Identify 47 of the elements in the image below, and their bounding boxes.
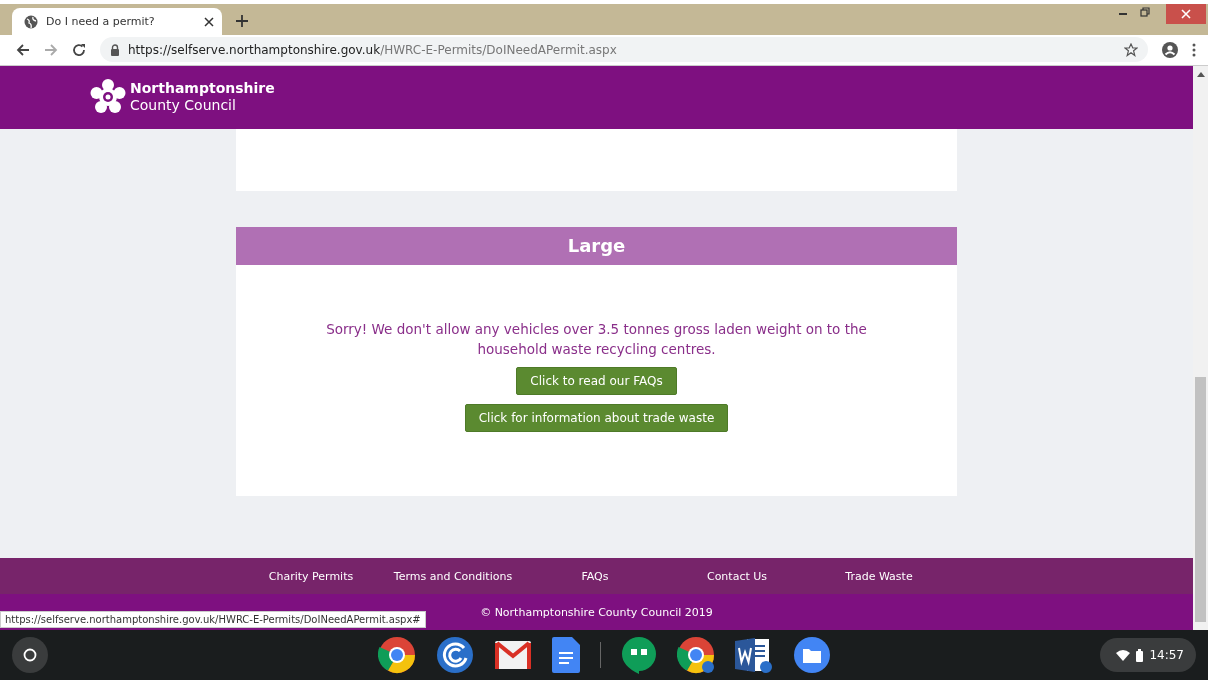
globe-icon [24,14,38,29]
back-icon[interactable] [16,42,30,57]
new-tab-icon[interactable] [236,15,248,27]
tab-title: Do I need a permit? [46,15,156,28]
document-icon[interactable] [551,637,580,674]
chat-icon[interactable] [620,636,657,675]
circle-icon [23,648,37,663]
launcher-button[interactable] [12,637,48,674]
system-tray[interactable]: 14:57 [1100,638,1196,673]
close-button[interactable] [1166,4,1206,24]
account-icon[interactable] [1162,41,1178,58]
scrollbar-thumb[interactable] [1195,376,1206,623]
menu-icon[interactable] [1192,42,1196,57]
address-bar[interactable]: https://selfserve.northamptonshire.gov.uk/HWRC-E-Permits/DoINeedAPermit.aspx [100,37,1148,63]
lock-icon [110,43,120,56]
section-title: Large [567,235,626,257]
swirl-app-icon[interactable] [435,636,474,675]
browser-tab[interactable]: Do I need a permit? [12,8,222,35]
wifi-icon [1116,649,1131,661]
status-url-tooltip: https://selfserve.northamptonshire.gov.uk/HWRC-E-Permits/DoINeedAPermit.aspx# [0,611,426,629]
link-button[interactable]: Click to read our FAQs [516,366,677,395]
footer-link[interactable]: Charity Permits [240,569,382,583]
close-icon[interactable] [204,16,214,27]
reload-icon[interactable] [72,42,86,57]
link-button[interactable]: Click for information about trade waste [464,403,729,432]
mail-icon[interactable] [493,640,532,671]
copyright-text: © Northamptonshire County Council 2019 [480,605,713,619]
close-icon [1181,9,1191,19]
footer-link[interactable]: FAQs [524,569,666,583]
restore-icon[interactable] [1140,7,1150,17]
folder-icon[interactable] [792,636,831,675]
rose-logo-icon [90,79,126,116]
logo-text: County Council [130,97,237,115]
url-host: https://selfserve.northamptonshire.gov.uk [128,42,381,57]
browser-icon[interactable] [377,636,416,675]
message-text: Sorry! We don't allow any vehicles over 3.5 tonnes gross laden weight on to the household waste recycling centres. [325,319,868,359]
footer-link[interactable]: Terms and Conditions [382,569,524,583]
url-path: /HWRC-E-Permits/DoINeedAPermit.aspx [380,42,617,57]
scroll-up-icon[interactable] [1196,71,1205,77]
logo-text: Northamptonshire [130,80,275,98]
footer-link[interactable]: Trade Waste [808,569,950,583]
star-icon[interactable] [1124,42,1138,57]
clock-time: 14:57 [1149,648,1184,663]
word-document-icon[interactable] [734,636,773,675]
footer-link[interactable]: Contact Us [666,569,808,583]
battery-icon [1136,648,1144,662]
browser-icon[interactable] [676,636,715,675]
